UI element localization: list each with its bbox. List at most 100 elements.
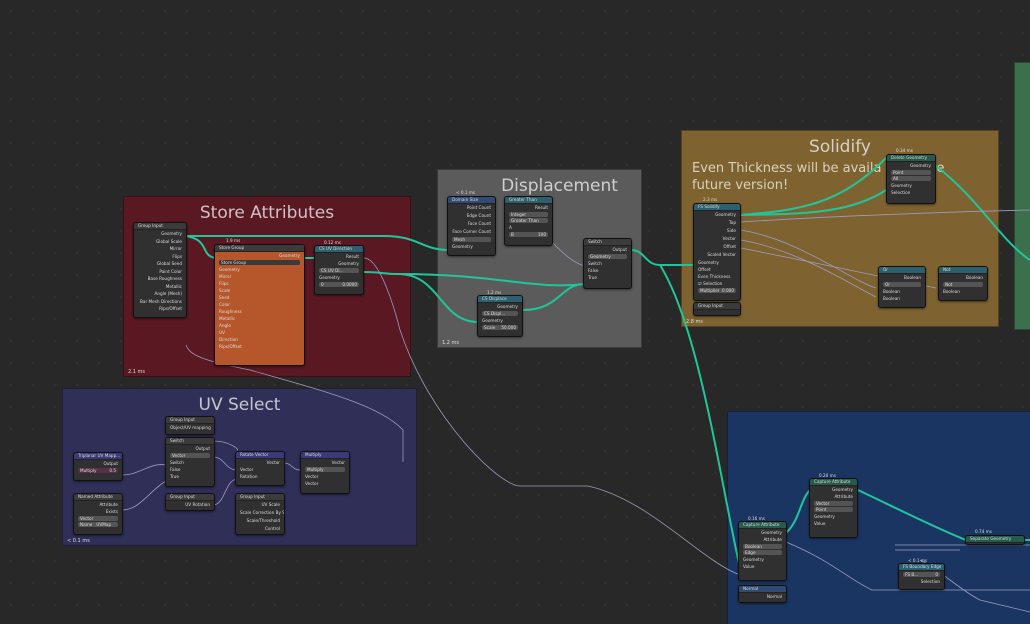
- socket-label: Vector: [240, 467, 254, 472]
- value-field[interactable]: B 100: [509, 232, 548, 237]
- group-selector[interactable]: FS B... 0: [903, 572, 940, 577]
- socket-label: True: [170, 474, 179, 479]
- node-delete-geometry[interactable]: Delete Geometry Geometry Point All Geome…: [886, 154, 936, 204]
- socket-label: Flips: [219, 281, 229, 286]
- node-title: Triplanar UV Mapp...: [74, 453, 122, 460]
- socket-label: UV Scale: [261, 502, 280, 507]
- operation-dropdown[interactable]: Or: [883, 282, 921, 287]
- socket-label: Object/UV mapping: [170, 425, 211, 430]
- socket-label: Base Roughness: [147, 276, 182, 281]
- operation-dropdown[interactable]: Not: [943, 282, 983, 287]
- socket-label: Rips/Offset: [219, 344, 242, 349]
- type-dropdown[interactable]: Integer: [509, 212, 548, 217]
- socket-label: Boolean: [943, 289, 960, 294]
- type-dropdown[interactable]: Vector: [170, 453, 210, 458]
- node-store-group[interactable]: Store Group Geometry Store Group Geometr…: [214, 244, 305, 366]
- socket-label: Switch: [170, 460, 184, 465]
- socket-label: Result: [346, 254, 359, 259]
- domain-dropdown[interactable]: Point: [891, 170, 931, 175]
- node-not[interactable]: Not Boolean Not Boolean: [938, 266, 988, 301]
- node-capture-attribute-1[interactable]: Capture Attribute Geometry Attribute Boo…: [738, 521, 787, 581]
- node-time: < 0.1 ms: [456, 190, 476, 195]
- node-separate-geometry[interactable]: Separate Geometry: [965, 535, 1025, 545]
- group-selector[interactable]: CS UV Di...: [319, 268, 359, 273]
- node-time: 0.34 ms: [896, 148, 913, 153]
- socket-label: Vector: [305, 481, 319, 486]
- node-editor-canvas[interactable]: Store Attributes 2.1 ms Displacement 1.2…: [0, 0, 1030, 624]
- node-domain-size[interactable]: Domain Size Point Count Edge Count Face …: [447, 196, 496, 256]
- operation-dropdown[interactable]: Greater Than: [509, 218, 548, 223]
- socket-label: Vector: [722, 236, 736, 241]
- socket-label: False: [588, 268, 599, 273]
- node-cs-uv-direction[interactable]: CS UV Direction Result Geometry CS UV Di…: [314, 245, 364, 295]
- node-title: Separate Geometry: [966, 536, 1024, 543]
- node-normal[interactable]: Normal Normal: [738, 585, 787, 603]
- socket-label: False: [170, 467, 181, 472]
- socket-label: Direction: [219, 337, 238, 342]
- node-group-input-uv[interactable]: Group Input Object/UV mapping: [165, 416, 215, 435]
- domain-dropdown[interactable]: Point: [814, 507, 853, 512]
- socket-label: Metallic: [219, 316, 236, 321]
- type-dropdown[interactable]: Vector: [814, 501, 853, 506]
- type-dropdown[interactable]: Vector: [78, 516, 118, 521]
- socket-label: Boolean: [904, 275, 921, 280]
- domain-dropdown[interactable]: Edge: [743, 550, 782, 555]
- type-dropdown[interactable]: Boolean: [743, 544, 782, 549]
- checkbox-label: Selection: [703, 281, 723, 286]
- domain-dropdown[interactable]: Mesh: [452, 237, 491, 242]
- node-fs-boundary-edge[interactable]: FS Boundary Edge FS B... 0 Selection: [898, 563, 945, 590]
- node-rotate-vector[interactable]: Rotate Vector Vector Vector Rotation: [235, 451, 285, 486]
- node-group-input-solidify[interactable]: Group Input: [693, 302, 741, 316]
- node-title: Store Group: [215, 245, 304, 252]
- node-time: 2.3 ms: [703, 197, 718, 202]
- socket-label: Scale: [219, 288, 231, 293]
- socket-label: Offset: [723, 244, 736, 249]
- type-dropdown[interactable]: Geometry: [588, 254, 627, 259]
- operation-dropdown[interactable]: Multiply: [305, 467, 345, 472]
- node-title: Domain Size: [448, 197, 495, 204]
- node-title: Group Input: [166, 494, 214, 501]
- node-group-input[interactable]: Group Input Geometry Global Scale Mirror…: [133, 222, 187, 318]
- socket-label: Roughness: [219, 309, 242, 314]
- value-field[interactable]: Multiply 0.5: [78, 468, 118, 473]
- node-title: Named Attribute: [74, 494, 122, 501]
- node-named-attribute[interactable]: Named Attribute Attribute Exists Vector …: [73, 493, 123, 535]
- socket-label: Scale Correction By S...: [240, 510, 285, 515]
- group-selector[interactable]: Store Group: [219, 260, 300, 265]
- socket-label: Geometry: [910, 163, 931, 168]
- group-selector[interactable]: CS Displ...: [482, 311, 518, 316]
- socket-label: Attribute: [763, 537, 783, 542]
- node-title: Rotate Vector: [236, 452, 284, 459]
- socket-label: Selection: [920, 579, 940, 584]
- mode-dropdown[interactable]: All: [891, 176, 931, 181]
- checkbox-selection[interactable]: ☑ Selection: [694, 280, 740, 287]
- node-switch-uv[interactable]: Switch Output Vector Switch False True: [165, 437, 215, 487]
- socket-label: Value: [814, 521, 826, 526]
- socket-label: Angle (Mesh): [154, 291, 182, 296]
- node-group-input-rotation[interactable]: Group Input UV Rotation: [165, 493, 215, 511]
- socket-label: Side: [726, 228, 736, 233]
- value-field[interactable]: Scale 50.000: [482, 325, 518, 330]
- node-or[interactable]: Or Boolean Or Boolean Boolean: [878, 266, 926, 308]
- socket-label: Control: [264, 526, 280, 531]
- socket-label: Exists: [105, 509, 118, 514]
- node-capture-attribute-2[interactable]: Capture Attribute Geometry Attribute Vec…: [809, 478, 858, 538]
- node-group-input-scale[interactable]: Group Input UV Scale Scale Correction By…: [235, 493, 285, 535]
- socket-label: Vector: [331, 460, 345, 465]
- socket-label: Vector: [305, 474, 319, 479]
- node-title: Group Input: [694, 303, 740, 310]
- node-fs-solidify[interactable]: FS Solidify Geometry Top Side Vector Off…: [693, 203, 741, 301]
- node-greater-than[interactable]: Greater Than Result Integer Greater Than…: [504, 196, 553, 246]
- value-field[interactable]: Multiplier 0.000: [698, 288, 736, 293]
- node-time: 1.9 ms: [226, 238, 241, 243]
- node-triplanar-uv[interactable]: Triplanar UV Mapp... Output Multiply 0.5: [73, 452, 123, 481]
- node-switch[interactable]: Switch Output Geometry Switch False True: [583, 238, 632, 289]
- checkbox-label[interactable]: Even Thickness: [694, 273, 740, 280]
- node-title: Switch: [584, 239, 631, 246]
- value-field[interactable]: 0 0.0000: [319, 282, 359, 287]
- name-field[interactable]: Name UVMap: [78, 522, 118, 527]
- socket-label: Mirror: [169, 246, 182, 251]
- socket-label: Face Count: [467, 221, 491, 226]
- node-cs-displace[interactable]: CS Displace Geometry CS Displ... Geometr…: [477, 295, 523, 337]
- node-multiply-vector[interactable]: Multiply Vector Multiply Vector Vector: [300, 451, 350, 494]
